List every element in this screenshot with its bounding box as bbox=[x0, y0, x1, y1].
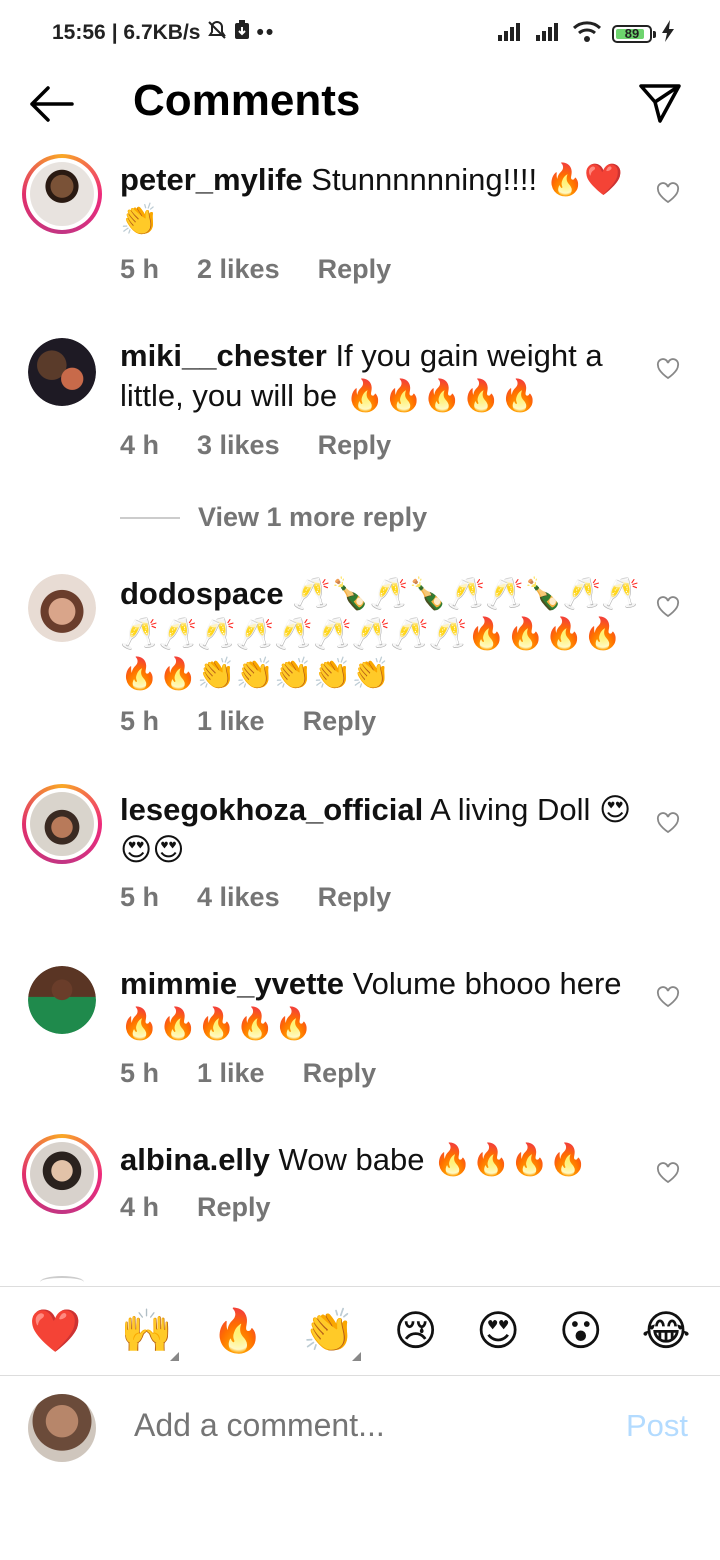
back-button[interactable] bbox=[28, 84, 74, 124]
network-speed: | 6.7KB/s bbox=[111, 21, 201, 44]
comment-time: 4 h bbox=[120, 1192, 160, 1222]
wifi-icon bbox=[572, 20, 602, 47]
comment-time: 5 h bbox=[120, 254, 160, 284]
heart-icon[interactable] bbox=[656, 358, 680, 380]
emoji-crying-face[interactable]: 😢 bbox=[394, 1307, 438, 1355]
reply-button[interactable]: Reply bbox=[318, 430, 392, 461]
view-more-replies[interactable]: View 1 more reply bbox=[120, 502, 427, 533]
reply-button[interactable]: Reply bbox=[303, 706, 377, 737]
emoji-raised-hands[interactable]: 🙌 bbox=[120, 1307, 180, 1361]
comment-likes[interactable]: 1 like bbox=[197, 1058, 265, 1089]
comment-composer: Post bbox=[0, 1378, 720, 1478]
page-title: Comments bbox=[133, 76, 361, 125]
comment-time: 4 h bbox=[120, 430, 160, 460]
reply-button[interactable]: Reply bbox=[318, 882, 392, 913]
heart-icon[interactable] bbox=[656, 596, 680, 618]
comment-input[interactable] bbox=[132, 1406, 576, 1445]
comment-text: Wow babe 🔥🔥🔥🔥 bbox=[278, 1142, 588, 1177]
emoji-clapping-hands[interactable]: 👏 bbox=[303, 1307, 362, 1361]
reply-button[interactable]: Reply bbox=[197, 1192, 271, 1223]
comment-username[interactable]: albina.elly bbox=[120, 1142, 270, 1177]
emoji-heart-eyes[interactable]: 😍 bbox=[476, 1307, 520, 1355]
status-bar: 15:56 | 6.7KB/s •• 89 bbox=[0, 0, 720, 66]
post-button[interactable]: Post bbox=[626, 1408, 688, 1444]
avatar[interactable] bbox=[28, 338, 96, 406]
divider bbox=[120, 516, 180, 519]
current-user-avatar bbox=[28, 1394, 96, 1462]
comment-username[interactable]: dodospace bbox=[120, 576, 284, 611]
comment-username[interactable]: mimmie_yvette bbox=[120, 966, 344, 1001]
comment-time: 5 h bbox=[120, 1058, 160, 1088]
comment-time: 5 h bbox=[120, 706, 160, 736]
signal-icon bbox=[496, 21, 524, 46]
heart-icon[interactable] bbox=[656, 812, 680, 834]
bell-off-icon bbox=[206, 19, 228, 47]
signal-icon-2 bbox=[534, 21, 562, 46]
avatar[interactable] bbox=[22, 784, 102, 864]
share-button[interactable] bbox=[638, 82, 682, 124]
comment-likes[interactable]: 3 likes bbox=[197, 430, 280, 461]
comment-likes[interactable]: 4 likes bbox=[197, 882, 280, 913]
comment-likes[interactable]: 1 like bbox=[197, 706, 265, 737]
comment-username[interactable]: miki__chester bbox=[120, 338, 327, 373]
emoji-surprised-face[interactable]: 😮 bbox=[559, 1307, 603, 1355]
charging-icon bbox=[662, 20, 674, 47]
emoji-fire[interactable]: 🔥 bbox=[212, 1307, 264, 1355]
reply-button[interactable]: Reply bbox=[303, 1058, 377, 1089]
avatar[interactable] bbox=[22, 1134, 102, 1214]
avatar[interactable] bbox=[22, 154, 102, 234]
send-icon bbox=[639, 84, 681, 123]
heart-icon[interactable] bbox=[656, 986, 680, 1008]
reply-button[interactable]: Reply bbox=[318, 254, 392, 285]
battery-icon: 89 bbox=[612, 24, 656, 43]
emoji-quick-bar: ❤️ 🙌 🔥 👏 😢 😍 😮 😂 bbox=[0, 1286, 720, 1376]
comment-username[interactable]: lesegokhoza_official bbox=[120, 792, 423, 827]
heart-icon[interactable] bbox=[656, 182, 680, 204]
download-icon bbox=[234, 20, 250, 46]
arrow-left-icon bbox=[30, 86, 74, 122]
app-header: Comments bbox=[0, 66, 720, 142]
comment-likes[interactable]: 2 likes bbox=[197, 254, 280, 285]
status-time: 15:56 bbox=[52, 21, 106, 44]
more-dots-icon: •• bbox=[256, 21, 276, 44]
avatar[interactable] bbox=[28, 574, 96, 642]
emoji-red-heart[interactable]: ❤️ bbox=[29, 1307, 81, 1355]
avatar[interactable] bbox=[28, 966, 96, 1034]
heart-icon[interactable] bbox=[656, 1162, 680, 1184]
comment-time: 5 h bbox=[120, 882, 160, 912]
emoji-tears-of-joy[interactable]: 😂 bbox=[641, 1307, 690, 1355]
comment-username[interactable]: peter_mylife bbox=[120, 162, 303, 197]
